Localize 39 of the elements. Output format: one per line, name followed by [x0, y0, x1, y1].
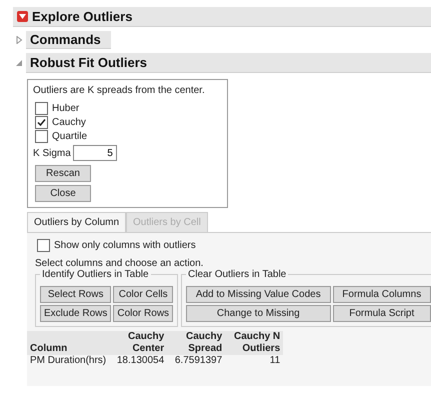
action-button[interactable]: Color Rows	[113, 305, 174, 322]
checkbox[interactable]	[35, 116, 48, 129]
action-button[interactable]: Color Cells	[113, 286, 174, 303]
checkbox-label: Show only columns with outliers	[54, 240, 196, 252]
table-cell: PM Duration(hrs)	[27, 355, 110, 366]
table-cell: 11	[225, 355, 284, 366]
tab[interactable]: Outliers by Column	[27, 212, 126, 232]
field-label: K Sigma	[33, 148, 71, 158]
column-header: Cauchy Spread	[167, 331, 226, 355]
menu-icon[interactable]	[17, 11, 28, 22]
action-button[interactable]: Add to Missing Value Codes	[186, 286, 330, 303]
report-title: Explore Outliers	[32, 9, 132, 24]
checkbox[interactable]	[35, 130, 48, 143]
action-button[interactable]: Formula Columns	[332, 286, 431, 303]
checkbox[interactable]	[35, 102, 48, 115]
column-header: Cauchy Center	[109, 331, 168, 355]
instruction-text: Select columns and choose an action.	[35, 258, 204, 269]
checkbox-label: Cauchy	[52, 116, 86, 128]
group-title: Clear Outliers in Table	[187, 269, 288, 280]
table-cell: 18.130054	[109, 355, 168, 366]
commands-header[interactable]: Commands	[26, 31, 111, 49]
action-button[interactable]: Rescan	[35, 165, 91, 182]
action-button[interactable]: Close	[35, 185, 91, 202]
action-button[interactable]: Change to Missing	[186, 305, 330, 322]
options-note: Outliers are K spreads from the center.	[33, 85, 205, 96]
action-button[interactable]: Select Rows	[40, 286, 112, 303]
table-cell: 6.7591397	[167, 355, 226, 366]
checkbox-label: Huber	[52, 102, 80, 114]
expand-icon[interactable]	[15, 36, 23, 44]
action-button[interactable]: Exclude Rows	[40, 305, 112, 322]
column-header: Cauchy N Outliers	[225, 331, 284, 355]
column-header: Column	[27, 331, 110, 355]
group-title: Identify Outliers in Table	[41, 269, 150, 280]
k-sigma-field[interactable]: 5	[72, 145, 117, 161]
checkbox-label: Quartile	[52, 130, 88, 142]
section-header[interactable]: Robust Fit Outliers	[26, 53, 431, 73]
checkbox[interactable]	[37, 239, 50, 252]
collapse-icon[interactable]	[15, 59, 23, 67]
action-button[interactable]: Formula Script	[332, 305, 431, 322]
